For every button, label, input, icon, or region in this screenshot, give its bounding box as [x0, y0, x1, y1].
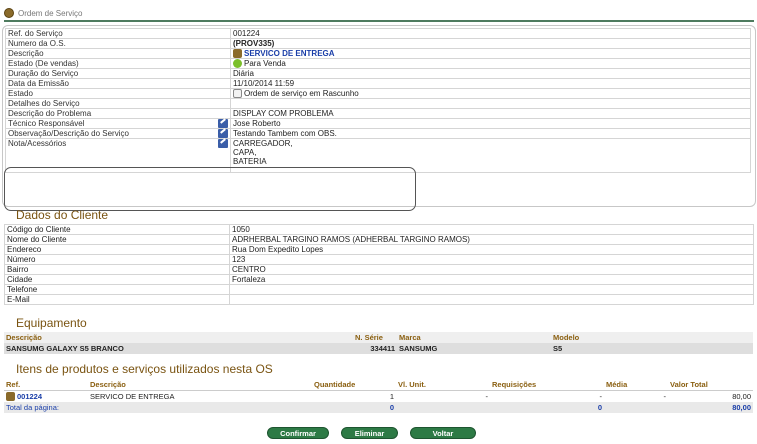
equip-serie: 334411: [353, 343, 397, 354]
cliente-label: E-Mail: [4, 294, 230, 305]
cliente-value: 1050: [229, 224, 754, 235]
tecnico-label: Técnico Responsável: [8, 119, 85, 128]
itens-section-title: Itens de produtos e serviços utilizados …: [16, 362, 273, 376]
tecnico-value: Jose Roberto: [230, 118, 751, 129]
item-ref-link[interactable]: 001224: [17, 392, 42, 401]
nota-line: BATERIA: [233, 157, 267, 166]
delete-button[interactable]: Eliminar: [341, 427, 398, 439]
cliente-label: Bairro: [4, 264, 230, 275]
equip-modelo: S5: [551, 343, 753, 354]
problema-value: DISPLAY COM PROBLEMA: [230, 108, 751, 119]
obs-value: Testando Tambem com OBS.: [230, 128, 751, 139]
problema-label: Descrição do Problema: [5, 108, 231, 119]
product-icon: [6, 392, 15, 401]
cliente-label: Cidade: [4, 274, 230, 285]
cliente-value: 123: [229, 254, 754, 265]
descricao-label: Descrição: [5, 48, 231, 59]
page-header: Ordem de Serviço: [4, 6, 754, 22]
itens-col-req: Requisições: [490, 379, 604, 391]
equip-col-desc: Descrição: [4, 332, 353, 343]
cliente-value: [229, 294, 754, 305]
action-buttons: Confirmar Eliminar Voltar: [267, 427, 476, 439]
equip-table: Descrição N. Série Marca Modelo SANSUMG …: [4, 332, 753, 354]
service-order-icon: [4, 8, 14, 18]
back-button[interactable]: Voltar: [410, 427, 476, 439]
descricao-link[interactable]: SERVICO DE ENTREGA: [244, 49, 335, 58]
cliente-label: Número: [4, 254, 230, 265]
itens-col-total: Valor Total: [668, 379, 753, 391]
estado-vendas-label: Estado (De vendas): [5, 58, 231, 69]
item-qtd: 1: [389, 392, 394, 401]
cliente-value: CENTRO: [229, 264, 754, 275]
total-row: Total da página: 0 0 80,00: [4, 402, 753, 413]
data-label: Data da Emissão: [5, 78, 231, 89]
numero-value: (PROV335): [230, 38, 751, 49]
confirm-button[interactable]: Confirmar: [267, 427, 329, 439]
cliente-label: Nome do Cliente: [4, 234, 230, 245]
equip-desc: SANSUMG GALAXY S5 BRANCO: [4, 343, 353, 354]
table-row: 001224 SERVICO DE ENTREGA 1 - - - 80,00: [4, 391, 753, 403]
ref-value: 001224: [230, 28, 751, 39]
equip-col-serie: N. Série: [353, 332, 397, 343]
itens-col-desc: Descrição: [88, 379, 312, 391]
nota-line: CAPA,: [233, 148, 257, 157]
itens-col-qtd: Quantidade: [312, 379, 396, 391]
cliente-label: Endereco: [4, 244, 230, 255]
itens-table: Ref. Descrição Quantidade Vl. Unit. Requ…: [4, 379, 753, 413]
cliente-value: Rua Dom Expedito Lopes: [229, 244, 754, 255]
item-desc: SERVICO DE ENTREGA: [90, 392, 175, 401]
itens-col-ref: Ref.: [4, 379, 88, 391]
total-req: 0: [490, 402, 604, 413]
detalhes-label: Detalhes do Serviço: [5, 98, 231, 109]
item-total: 80,00: [732, 392, 751, 401]
cliente-value: Fortaleza: [229, 274, 754, 285]
total-label: Total da página:: [4, 402, 312, 413]
equip-marca: SANSUMG: [397, 343, 551, 354]
itens-col-unit: Vl. Unit.: [396, 379, 490, 391]
edit-nota-icon[interactable]: [218, 139, 228, 148]
nota-highlight: [4, 167, 416, 211]
total-qtd: 0: [312, 402, 396, 413]
duracao-label: Duração do Serviço: [5, 68, 231, 79]
cliente-label: Telefone: [4, 284, 230, 295]
estado-value: Ordem de serviço em Rascunho: [244, 89, 359, 98]
cliente-value: [229, 284, 754, 295]
cliente-section-title: Dados do Cliente: [16, 208, 109, 222]
itens-col-media: Média: [604, 379, 668, 391]
equip-col-modelo: Modelo: [551, 332, 753, 343]
draft-icon: [233, 89, 242, 98]
nota-label: Nota/Acessórios: [8, 139, 67, 148]
equip-col-marca: Marca: [397, 332, 551, 343]
nota-line: CARREGADOR,: [233, 139, 293, 148]
edit-obs-icon[interactable]: [218, 129, 228, 138]
estado-vendas-value: Para Venda: [244, 59, 286, 68]
edit-tecnico-icon[interactable]: [218, 119, 228, 128]
estado-label: Estado: [5, 88, 231, 99]
cliente-value: ADRHERBAL TARGINO RAMOS (ADHERBAL TARGIN…: [229, 234, 754, 245]
cliente-label: Código do Cliente: [4, 224, 230, 235]
product-icon: [233, 49, 242, 58]
item-req: -: [599, 392, 603, 401]
data-value: 11/10/2014 11:59: [230, 78, 751, 89]
service-order-table: Ref. do Serviço 001224 Numero da O.S. (PRO…: [5, 28, 751, 173]
duracao-value: Diária: [230, 68, 751, 79]
obs-label: Observação/Descrição do Serviço: [8, 129, 129, 138]
item-unit: -: [485, 392, 489, 401]
equip-section-title: Equipamento: [16, 316, 87, 330]
detalhes-value: [230, 98, 751, 109]
page-title: Ordem de Serviço: [18, 8, 83, 18]
ref-label: Ref. do Serviço: [5, 28, 231, 39]
table-row: SANSUMG GALAXY S5 BRANCO 334411 SANSUMG …: [4, 343, 753, 354]
cliente-table: Código do Cliente 1050 Nome do Cliente ADR…: [4, 224, 754, 305]
status-ok-icon: [233, 59, 242, 68]
total-valor: 80,00: [668, 402, 753, 413]
item-media: -: [663, 392, 667, 401]
numero-label: Numero da O.S.: [5, 38, 231, 49]
